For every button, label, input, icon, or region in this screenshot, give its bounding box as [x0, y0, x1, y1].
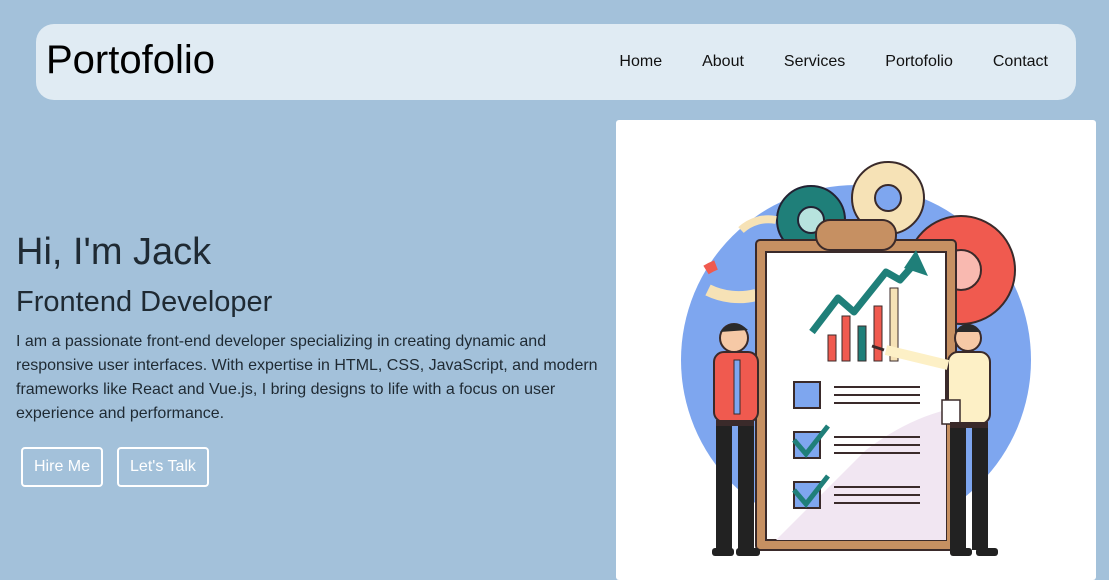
nav-link-home[interactable]: Home: [619, 52, 662, 72]
nav-link-about[interactable]: About: [702, 52, 744, 72]
lets-talk-button[interactable]: Let's Talk: [117, 447, 209, 487]
hire-me-button[interactable]: Hire Me: [21, 447, 104, 487]
hero-text: Hi, I'm Jack Frontend Developer I am a p…: [16, 226, 616, 426]
nav-links: Home About Services Portofolio Contact: [619, 52, 1048, 72]
hero-illustration-card: [616, 120, 1096, 580]
hero-role: Frontend Developer: [16, 286, 273, 318]
nav-link-contact[interactable]: Contact: [993, 52, 1048, 72]
navbar: Portofolio Home About Services Portofoli…: [36, 24, 1076, 100]
nav-link-portofolio[interactable]: Portofolio: [885, 52, 953, 72]
site-logo[interactable]: Portofolio: [46, 38, 215, 82]
hero-bio: I am a passionate front-end developer sp…: [16, 333, 598, 422]
nav-link-services[interactable]: Services: [784, 52, 845, 72]
business-presentation-illustration: [681, 161, 1031, 556]
hero-buttons: Hire Me Let's Talk: [21, 447, 209, 487]
hero-greeting: Hi, I'm Jack: [16, 231, 212, 273]
